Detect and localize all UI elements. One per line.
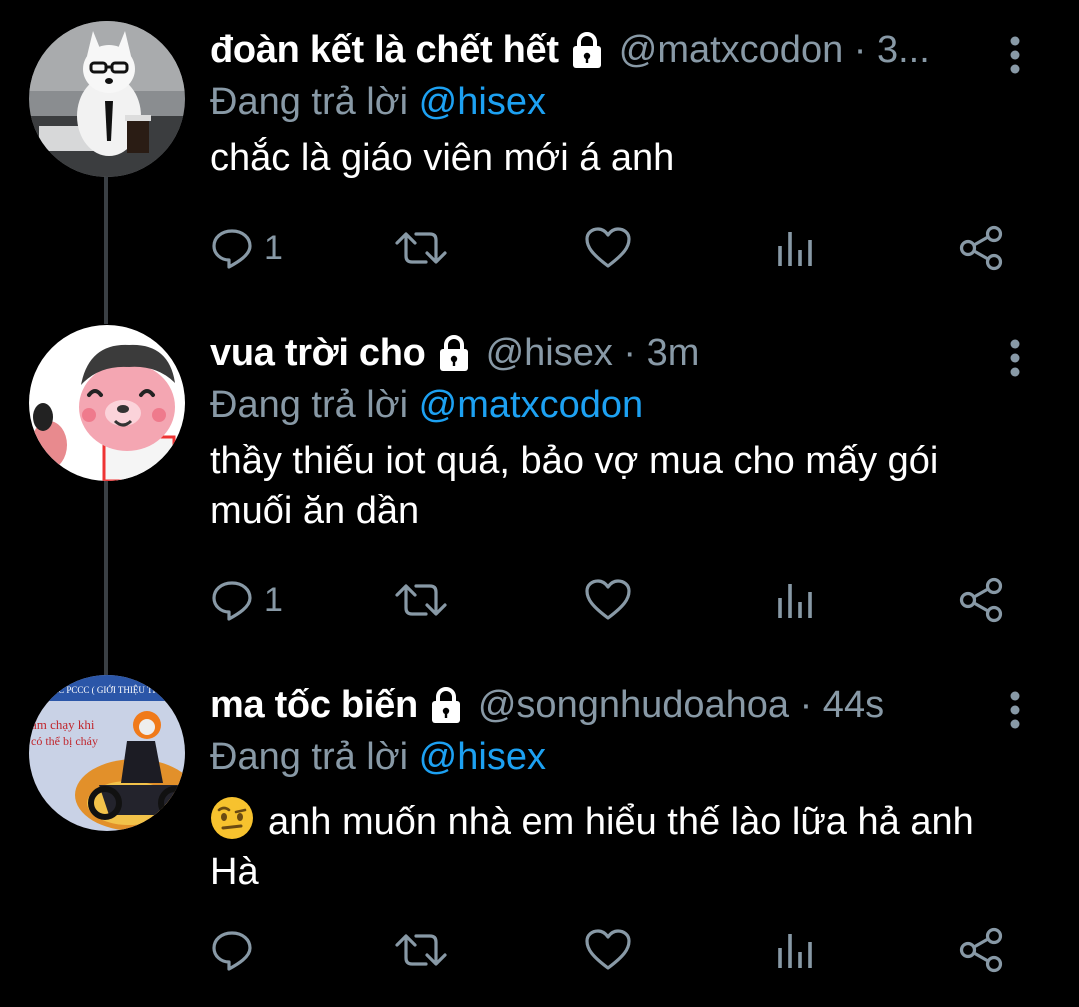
heart-icon xyxy=(585,929,631,970)
lock-icon xyxy=(434,333,474,373)
more-vertical-icon[interactable] xyxy=(1004,35,1026,75)
like-button[interactable] xyxy=(584,925,632,975)
replying-prefix: Đang trả lời xyxy=(210,736,409,778)
more-vertical-icon[interactable] xyxy=(1004,338,1026,378)
avatar-poster-line-1: ẩm chạy khi xyxy=(31,717,95,732)
tweet-header: ma tốc biến @songnhudoahoa · 44s xyxy=(210,680,989,730)
share-icon xyxy=(959,577,1003,623)
heart-icon xyxy=(585,227,631,268)
face-with-raised-eyebrow-icon xyxy=(210,796,254,840)
handle-and-time[interactable]: @matxcodon · 3... xyxy=(619,25,989,75)
avatar[interactable] xyxy=(29,325,185,481)
avatar[interactable]: NG TÁC PCCC ( GIỚI THIỆU THI ẩm chạy khi… xyxy=(29,675,185,831)
more-vertical-icon[interactable] xyxy=(1004,690,1026,730)
replying-to-mention[interactable]: @matxcodon xyxy=(419,384,643,426)
tweet-text-content: chắc là giáo viên mới á anh xyxy=(210,137,675,179)
analytics-button[interactable] xyxy=(776,575,816,625)
tweet[interactable]: đoàn kết là chết hết @matxcodon · 3... Đ… xyxy=(0,21,1079,285)
tweet-actions: 1 xyxy=(210,223,1010,273)
tweet-text-content: anh muốn nhà em hiểu thế lào lữa hả anh … xyxy=(210,801,974,893)
heart-icon xyxy=(585,579,631,620)
reply-button[interactable] xyxy=(210,925,264,975)
display-name[interactable]: đoàn kết là chết hết xyxy=(210,25,559,75)
avatar-banner-text: NG TÁC PCCC ( GIỚI THIỆU THI xyxy=(31,685,162,695)
avatar[interactable] xyxy=(29,21,185,177)
replying-to-mention[interactable]: @hisex xyxy=(419,81,546,123)
replying-to-line: Đang trả lời @hisex xyxy=(210,732,546,782)
display-name[interactable]: ma tốc biến xyxy=(210,680,418,730)
display-name[interactable]: vua trời cho xyxy=(210,328,426,378)
lock-icon xyxy=(426,685,466,725)
tweet-actions: 1 xyxy=(210,575,1010,625)
tweet-text-content: thầy thiếu iot quá, bảo vợ mua cho mấy g… xyxy=(210,440,939,532)
retweet-icon xyxy=(395,934,447,966)
analytics-button[interactable] xyxy=(776,223,816,273)
retweet-button[interactable] xyxy=(394,223,448,273)
analytics-icon xyxy=(778,232,812,266)
share-button[interactable] xyxy=(958,223,1004,273)
tweet[interactable]: NG TÁC PCCC ( GIỚI THIỆU THI ẩm chạy khi… xyxy=(0,675,1079,1000)
share-button[interactable] xyxy=(958,575,1004,625)
avatar-poster-line-2: có thể bị cháy xyxy=(31,734,98,748)
reply-icon xyxy=(212,229,252,269)
share-icon xyxy=(959,225,1003,271)
retweet-icon xyxy=(395,584,447,616)
handle-and-time[interactable]: @hisex · 3m xyxy=(486,328,989,378)
reply-count: 1 xyxy=(264,228,283,267)
analytics-icon xyxy=(778,584,812,618)
tweet-actions xyxy=(210,925,1010,975)
share-icon xyxy=(959,927,1003,973)
share-button[interactable] xyxy=(958,925,1004,975)
tweet-text: chắc là giáo viên mới á anh xyxy=(210,133,1020,183)
replying-prefix: Đang trả lời xyxy=(210,81,409,123)
replying-to-mention[interactable]: @hisex xyxy=(419,736,546,778)
tweet-header: đoàn kết là chết hết @matxcodon · 3... xyxy=(210,25,989,75)
lock-icon xyxy=(567,30,607,70)
tweet[interactable]: vua trời cho @hisex · 3m Đang trả lời @m… xyxy=(0,325,1079,658)
retweet-button[interactable] xyxy=(394,575,448,625)
reply-icon xyxy=(212,581,252,621)
replying-prefix: Đang trả lời xyxy=(210,384,409,426)
tweet-text: thầy thiếu iot quá, bảo vợ mua cho mấy g… xyxy=(210,436,1020,536)
replying-to-line: Đang trả lời @hisex xyxy=(210,77,546,127)
reply-icon xyxy=(212,931,252,971)
tweet-header: vua trời cho @hisex · 3m xyxy=(210,328,989,378)
reply-button[interactable]: 1 xyxy=(210,575,283,625)
retweet-icon xyxy=(395,232,447,264)
reply-count: 1 xyxy=(264,580,283,619)
replying-to-line: Đang trả lời @matxcodon xyxy=(210,380,643,430)
analytics-button[interactable] xyxy=(776,925,816,975)
analytics-icon xyxy=(778,934,812,968)
retweet-button[interactable] xyxy=(394,925,448,975)
handle-and-time[interactable]: @songnhudoahoa · 44s xyxy=(478,680,989,730)
like-button[interactable] xyxy=(584,223,632,273)
reply-button[interactable]: 1 xyxy=(210,223,283,273)
tweet-text: anh muốn nhà em hiểu thế lào lữa hả anh … xyxy=(210,796,1020,897)
like-button[interactable] xyxy=(584,575,632,625)
